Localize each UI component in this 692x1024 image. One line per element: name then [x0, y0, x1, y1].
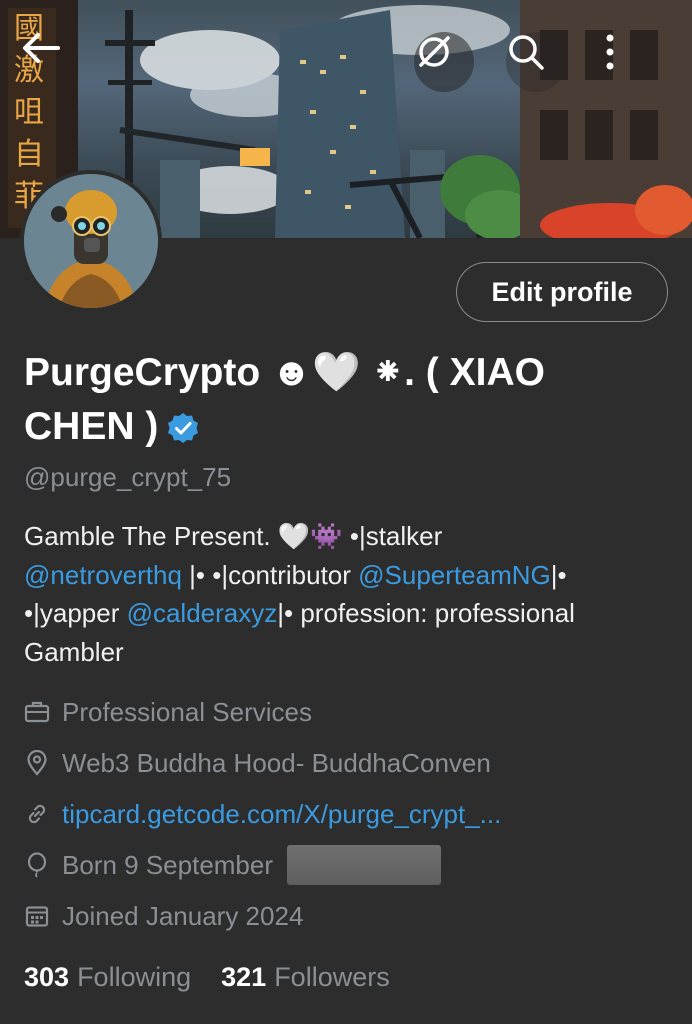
avatar-image: [24, 174, 158, 308]
profile-website: tipcard.getcode.com/X/purge_crypt_...: [24, 798, 501, 830]
briefcase-icon: [24, 699, 50, 725]
edit-profile-button[interactable]: Edit profile: [456, 262, 668, 322]
location-pin-icon: [24, 750, 50, 776]
link-icon: [24, 801, 50, 827]
bio-line-4: Gambler: [24, 633, 674, 672]
profile-joined-date: Joined January 2024: [24, 900, 303, 932]
category-text: Professional Services: [62, 696, 312, 727]
back-button[interactable]: [22, 32, 82, 92]
bio-text: |•: [550, 559, 567, 590]
search-button[interactable]: [506, 32, 566, 92]
bio-line-3: •|yapper @calderaxyz|• profession: profe…: [24, 594, 674, 633]
avatar[interactable]: [20, 170, 162, 312]
following-count: 303: [24, 961, 70, 992]
more-vertical-icon: [606, 34, 614, 70]
balloon-icon: [24, 852, 50, 878]
bio-text: •|yapper: [24, 598, 127, 628]
bio-line-1: Gamble The Present. 🤍👾 •|stalker: [24, 517, 674, 556]
display-name: PurgeCrypto ☻🤍 ⁕. ( XIAO CHEN ): [24, 346, 644, 460]
grok-icon: [419, 36, 450, 67]
profile-bio: Gamble The Present. 🤍👾 •|stalker @netrov…: [24, 517, 674, 671]
follow-stats: 303 Following 321 Followers: [24, 960, 390, 994]
birthday-text: Born 9 September: [62, 849, 274, 880]
bio-text: |• profession: professional: [277, 598, 575, 628]
location-text: Web3 Buddha Hood- BuddhaConven: [62, 747, 491, 778]
following-link[interactable]: 303 Following: [24, 962, 191, 993]
more-options-button[interactable]: [604, 32, 664, 92]
mention-link-superteamng[interactable]: @SuperteamNG: [358, 560, 551, 590]
calendar-icon: [24, 903, 50, 929]
website-link[interactable]: tipcard.getcode.com/X/purge_crypt_...: [62, 799, 501, 830]
bio-text: |• •|contributor: [181, 559, 359, 590]
following-label: Following: [77, 961, 192, 992]
profile-birthday: Born 9 September: [24, 845, 442, 885]
followers-link[interactable]: 321 Followers: [221, 962, 390, 993]
svg-text:自: 自: [14, 137, 44, 172]
profile-category: Professional Services: [24, 696, 312, 728]
svg-text:咀: 咀: [14, 95, 44, 130]
redacted-birth-year: [287, 845, 442, 885]
arrow-left-icon: [23, 33, 60, 63]
joined-text: Joined January 2024: [62, 900, 304, 931]
display-name-text: PurgeCrypto ☻🤍 ⁕. ( XIAO CHEN ): [24, 351, 545, 448]
profile-location: Web3 Buddha Hood- BuddhaConven: [24, 747, 491, 779]
search-icon: [509, 35, 544, 70]
bio-line-2: @netroverthq |• •|contributor @Superteam…: [24, 556, 674, 595]
followers-count: 321: [221, 961, 267, 992]
username-handle: @purge_crypt_75: [24, 462, 232, 492]
mention-link-calderaxyz[interactable]: @calderaxyz: [127, 598, 278, 628]
grok-button[interactable]: [414, 32, 474, 92]
followers-label: Followers: [274, 961, 390, 992]
profile-page: 國 激 咀 自 菲 Edit profile PurgeCrypto ☻🤍 ⁕.…: [0, 0, 692, 1024]
mention-link-netroverthq[interactable]: @netroverthq: [24, 560, 182, 590]
verified-badge-icon: [166, 406, 200, 460]
bio-text: Gamble The Present. 🤍👾 •|stalker: [24, 521, 443, 551]
bio-text: Gambler: [24, 636, 124, 667]
